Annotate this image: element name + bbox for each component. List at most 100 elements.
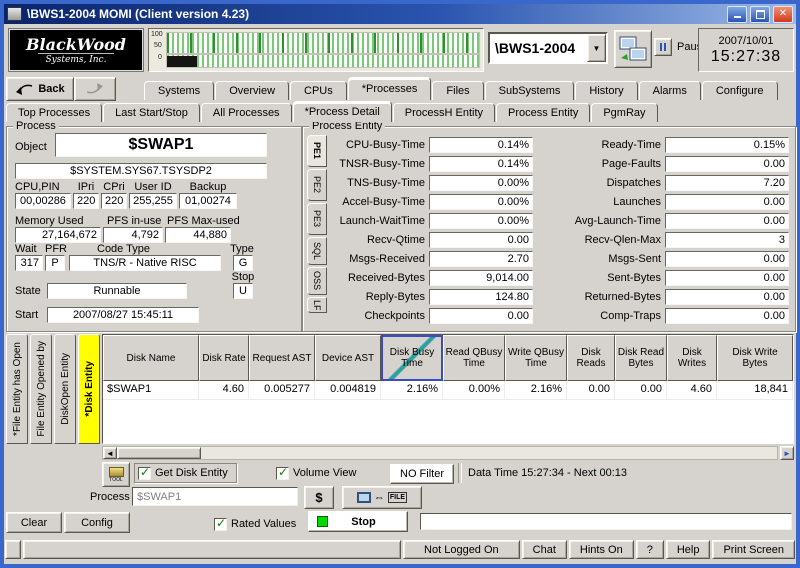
- tab-configure[interactable]: Configure: [702, 81, 778, 100]
- subtab-processh-entity[interactable]: ProcessH Entity: [393, 103, 495, 122]
- tab-history[interactable]: History: [575, 81, 637, 100]
- entity-tab-pe3[interactable]: PE3: [307, 203, 327, 235]
- back-button[interactable]: Back: [6, 77, 74, 101]
- status-not-logged-on-button[interactable]: Not Logged On: [403, 540, 520, 559]
- col-disk-reads[interactable]: Disk Reads: [567, 335, 615, 381]
- horizontal-scrollbar[interactable]: ◄: [102, 446, 778, 460]
- maximize-button[interactable]: [750, 6, 770, 23]
- status-chat-button[interactable]: Chat: [522, 540, 567, 559]
- cell-disk-writes: 4.60: [667, 381, 717, 400]
- col-disk-busy-time[interactable]: Disk Busy Time: [381, 335, 443, 381]
- status-print-screen-button[interactable]: Print Screen: [712, 540, 795, 559]
- checkbox-icon[interactable]: [138, 467, 151, 480]
- tab-processes[interactable]: *Processes: [348, 77, 432, 100]
- scrollbar-thumb[interactable]: [117, 447, 201, 459]
- statusbar-grip: [5, 540, 21, 559]
- statusbar-message-panel: [23, 540, 401, 559]
- minimize-button[interactable]: [727, 6, 747, 23]
- entity-tab-oss[interactable]: OSS: [307, 267, 327, 295]
- tab-overview[interactable]: Overview: [215, 81, 289, 100]
- no-filter-button[interactable]: NO Filter: [390, 464, 454, 484]
- process-entity-group: Process Entity PE1 PE2 PE3 SQL OSS LF CP…: [302, 126, 796, 332]
- state-label: State: [15, 285, 41, 297]
- subtab-process-entity[interactable]: Process Entity: [496, 103, 590, 122]
- tab-alarms[interactable]: Alarms: [639, 81, 701, 100]
- process-group-title: Process: [13, 120, 59, 132]
- scroll-left-icon[interactable]: ◄: [103, 447, 117, 459]
- get-disk-entity-checkbox[interactable]: Get Disk Entity: [134, 463, 237, 483]
- side-tab-file-entity-opened-by[interactable]: File Entity Opened by: [30, 334, 52, 444]
- col-request-ast[interactable]: Request AST: [249, 335, 315, 381]
- col-disk-name[interactable]: Disk Name: [103, 335, 199, 381]
- col-disk-write-bytes[interactable]: Disk Write Bytes: [717, 335, 793, 381]
- screen-to-file-button[interactable]: ⇔ FILE: [342, 486, 422, 509]
- subtab-last-start-stop[interactable]: Last Start/Stop: [103, 103, 200, 122]
- subtab-process-detail[interactable]: *Process Detail: [293, 101, 392, 122]
- app-icon: [7, 7, 22, 21]
- running-indicator-icon: [317, 516, 328, 527]
- entity-field-value: 0.00: [665, 194, 789, 210]
- entity-tab-lf[interactable]: LF: [307, 297, 327, 313]
- col-disk-writes[interactable]: Disk Writes: [667, 335, 717, 381]
- subtab-all-processes[interactable]: All Processes: [201, 103, 292, 122]
- status-help-button[interactable]: Help: [666, 540, 711, 559]
- entity-field-value: 7.20: [665, 175, 789, 191]
- window-title: \BWS1-2004 MOMI (Client version 4.23): [25, 7, 724, 21]
- close-button[interactable]: ✕: [773, 6, 793, 23]
- col-disk-read-bytes[interactable]: Disk Read Bytes: [615, 335, 667, 381]
- rated-values-checkbox[interactable]: Rated Values: [214, 514, 296, 534]
- disk-entity-table: Disk Name Disk Rate Request AST Device A…: [102, 334, 794, 444]
- cell-disk-name: $SWAP1: [103, 381, 199, 400]
- scroll-right-icon[interactable]: ►: [780, 446, 794, 460]
- entity-tab-pe1[interactable]: PE1: [307, 135, 327, 167]
- entity-field-label: Launch-WaitTime: [331, 215, 429, 227]
- status-hints-on-button[interactable]: Hints On: [569, 540, 634, 559]
- entity-tab-strip: PE1 PE2 PE3 SQL OSS LF: [307, 135, 327, 313]
- progress-bar: [420, 513, 792, 530]
- side-tab-diskopen-entity[interactable]: DiskOpen Entity: [54, 334, 76, 444]
- status-question-button[interactable]: ?: [636, 540, 664, 559]
- user-id-label: User ID: [129, 181, 177, 193]
- col-read-qbusy-time[interactable]: Read QBusy Time: [443, 335, 505, 381]
- get-disk-entity-label: Get Disk Entity: [155, 467, 228, 479]
- stop-button[interactable]: Stop: [308, 511, 408, 532]
- tab-systems[interactable]: Systems: [144, 81, 214, 100]
- side-tab-file-entity-has-open[interactable]: *File Entity has Open: [6, 334, 28, 444]
- cell-device-ast: 0.004819: [315, 381, 381, 400]
- disk-table-row[interactable]: $SWAP1 4.60 0.005277 0.004819 2.16% 0.00…: [103, 381, 793, 400]
- entity-row: Launch-WaitTime 0.00% Avg-Launch-Time 0.…: [331, 213, 789, 229]
- stop-label: Stop: [229, 271, 257, 283]
- subtab-pgmray[interactable]: PgmRay: [591, 103, 657, 122]
- tool-button[interactable]: TOOL: [102, 462, 130, 487]
- cpri-label: CPri: [101, 181, 127, 193]
- checkbox-icon[interactable]: [276, 467, 289, 480]
- volume-view-label: Volume View: [293, 467, 356, 479]
- cell-disk-reads: 0.00: [567, 381, 615, 400]
- system-selector[interactable]: \BWS1-2004 ▼: [488, 32, 608, 64]
- clear-button[interactable]: Clear: [6, 512, 62, 533]
- entity-tab-pe2[interactable]: PE2: [307, 169, 327, 201]
- tab-subsystems[interactable]: SubSystems: [485, 81, 575, 100]
- col-device-ast[interactable]: Device AST: [315, 335, 381, 381]
- side-tab-disk-entity[interactable]: *Disk Entity: [78, 334, 100, 444]
- main-tab-bar: Systems Overview CPUs *Processes Files S…: [144, 76, 779, 100]
- volume-view-checkbox[interactable]: Volume View: [276, 463, 356, 483]
- entity-tab-sql[interactable]: SQL: [307, 237, 327, 265]
- entity-field-label: Launches: [547, 196, 665, 208]
- checkbox-icon[interactable]: [214, 518, 227, 531]
- tab-cpus[interactable]: CPUs: [290, 81, 347, 100]
- datetime-panel: 2007/10/01 15:27:38: [698, 28, 794, 72]
- chevron-down-icon[interactable]: ▼: [587, 34, 606, 62]
- entity-row: Msgs-Received 2.70 Msgs-Sent 0.00: [331, 251, 789, 267]
- entity-field-label: Recv-Qlen-Max: [547, 234, 665, 246]
- tab-files[interactable]: Files: [432, 81, 483, 100]
- col-disk-rate[interactable]: Disk Rate: [199, 335, 249, 381]
- config-button[interactable]: Config: [64, 512, 130, 533]
- process-input[interactable]: [132, 487, 298, 506]
- backup-label: Backup: [179, 181, 237, 193]
- dual-screen-button[interactable]: [614, 30, 652, 68]
- entity-field-label: Returned-Bytes: [547, 291, 665, 303]
- col-write-qbusy-time[interactable]: Write QBusy Time: [505, 335, 567, 381]
- forward-button[interactable]: [74, 77, 116, 101]
- dollar-button[interactable]: $: [304, 486, 334, 509]
